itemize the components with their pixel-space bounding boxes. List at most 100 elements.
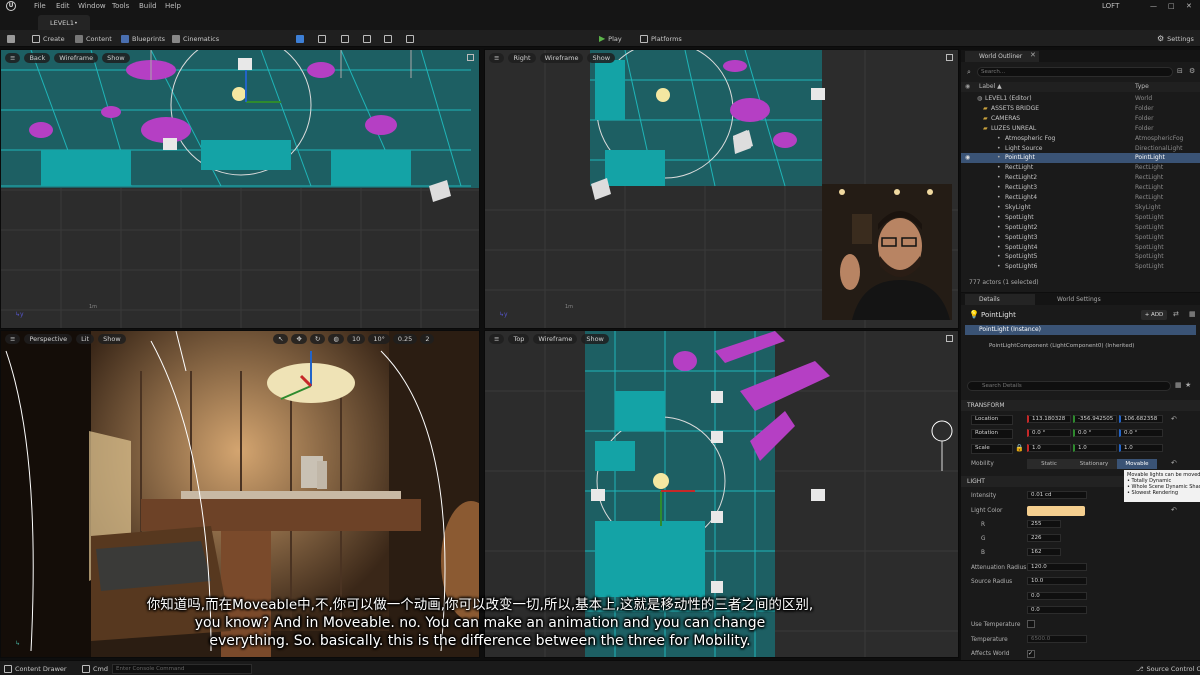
world-space-icon[interactable]: ◍: [328, 334, 345, 344]
columns-icon[interactable]: ▦: [1189, 310, 1196, 318]
attenuation-radius-field[interactable]: 120.0: [1027, 563, 1087, 571]
platforms-button[interactable]: Platforms: [640, 33, 682, 44]
mobility-movable-button[interactable]: Movable: [1117, 459, 1157, 469]
outliner-row[interactable]: ◍ LEVEL1 (Editor) World: [961, 94, 1200, 104]
rotation-snap-value[interactable]: 10°: [368, 334, 390, 344]
cinematics-button[interactable]: Cinematics: [172, 33, 219, 44]
visibility-eye-icon[interactable]: ◉: [965, 153, 970, 163]
view-mode-wireframe[interactable]: Wireframe: [539, 53, 584, 63]
outliner-row[interactable]: • RectLight RectLight: [961, 163, 1200, 173]
select-mode-button[interactable]: [296, 33, 304, 44]
landscape-mode-button[interactable]: [318, 33, 326, 44]
details-search-input[interactable]: Search Details: [967, 381, 1171, 391]
maximize-viewport-icon[interactable]: [946, 335, 953, 342]
maximize-icon[interactable]: □: [1168, 2, 1175, 10]
outliner-row[interactable]: • SpotLight3 SpotLight: [961, 233, 1200, 243]
scale-dropdown[interactable]: Scale: [971, 444, 1013, 454]
green-channel-field[interactable]: 226: [1027, 534, 1061, 542]
light-color-swatch[interactable]: [1027, 506, 1085, 516]
gear-icon[interactable]: ⚙: [1189, 67, 1195, 75]
outliner-row[interactable]: • SpotLight SpotLight: [961, 213, 1200, 223]
outliner-row[interactable]: • SpotLight6 SpotLight: [961, 262, 1200, 272]
outliner-row[interactable]: • SpotLight5 SpotLight: [961, 252, 1200, 262]
scale-y-field[interactable]: 1.0: [1073, 444, 1117, 452]
viewport-menu-icon[interactable]: ≡: [489, 53, 505, 63]
menu-tools[interactable]: Tools: [112, 2, 129, 10]
actor-name[interactable]: PointLight: [981, 311, 1016, 319]
console-command-input[interactable]: Enter Console Command: [112, 664, 252, 674]
use-temperature-checkbox[interactable]: [1027, 620, 1035, 628]
soft-source-radius-field[interactable]: 0.0: [1027, 592, 1087, 600]
menu-file[interactable]: File: [34, 2, 46, 10]
location-y-field[interactable]: -356.942505: [1073, 415, 1117, 423]
viewport-menu-icon[interactable]: ≡: [5, 53, 21, 63]
transform-section-header[interactable]: TRANSFORM: [961, 400, 1200, 411]
fracture-mode-button[interactable]: [406, 33, 414, 44]
outliner-row[interactable]: ▰ CAMERAS Folder: [961, 114, 1200, 124]
show-menu[interactable]: Show: [102, 53, 130, 63]
intensity-field[interactable]: 0.01 cd: [1027, 491, 1087, 499]
outliner-row[interactable]: • SpotLight2 SpotLight: [961, 223, 1200, 233]
create-button[interactable]: Create: [32, 33, 65, 44]
menu-edit[interactable]: Edit: [56, 2, 70, 10]
view-type-back[interactable]: Back: [24, 53, 51, 63]
save-button[interactable]: [7, 33, 15, 44]
outliner-row[interactable]: ▰ LUZES UNREAL Folder: [961, 124, 1200, 134]
outliner-search-input[interactable]: Search...: [977, 67, 1173, 77]
outliner-row[interactable]: • Light Source DirectionalLight: [961, 144, 1200, 154]
content-button[interactable]: Content: [75, 33, 112, 44]
label-column-header[interactable]: Label ▲: [979, 82, 1002, 92]
add-component-button[interactable]: + ADD: [1141, 310, 1167, 320]
reset-mobility-icon[interactable]: ↶: [1171, 459, 1177, 467]
blue-channel-field[interactable]: 162: [1027, 548, 1061, 556]
scale-z-field[interactable]: 1.0: [1119, 444, 1163, 452]
content-drawer-button[interactable]: Content Drawer: [4, 663, 67, 674]
type-column-header[interactable]: Type: [1135, 82, 1149, 92]
foliage-mode-button[interactable]: [341, 33, 349, 44]
mobility-static-button[interactable]: Static: [1027, 459, 1071, 469]
menu-help[interactable]: Help: [165, 2, 181, 10]
reset-location-icon[interactable]: ↶: [1171, 415, 1177, 423]
source-length-field[interactable]: 0.0: [1027, 606, 1087, 614]
rotate-tool-icon[interactable]: ↻: [309, 334, 326, 344]
red-channel-field[interactable]: 255: [1027, 520, 1061, 528]
outliner-row[interactable]: • Atmospheric Fog AtmosphericFog: [961, 134, 1200, 144]
show-menu[interactable]: Show: [98, 334, 126, 344]
temperature-field[interactable]: 6500.0: [1027, 635, 1087, 643]
source-radius-field[interactable]: 10.0: [1027, 577, 1087, 585]
view-type-top[interactable]: Top: [508, 334, 530, 344]
cmd-button[interactable]: Cmd: [82, 663, 108, 674]
filter-icon[interactable]: ⊟: [1177, 67, 1183, 75]
view-type-right[interactable]: Right: [508, 53, 536, 63]
source-control-button[interactable]: ⎇Source Control Off: [1136, 663, 1200, 674]
view-mode-wireframe[interactable]: Wireframe: [54, 53, 99, 63]
camera-speed-value[interactable]: 2: [420, 334, 435, 344]
outliner-row[interactable]: • SpotLight4 SpotLight: [961, 243, 1200, 253]
grid-view-icon[interactable]: ▦: [1175, 381, 1182, 389]
select-tool-icon[interactable]: ↖: [273, 334, 289, 344]
outliner-row[interactable]: • SkyLight SkyLight: [961, 203, 1200, 213]
view-mode-lit[interactable]: Lit: [76, 334, 95, 344]
rotation-z-field[interactable]: 0.0 °: [1119, 429, 1163, 437]
rotation-x-field[interactable]: 0.0 °: [1027, 429, 1071, 437]
location-dropdown[interactable]: Location: [971, 415, 1013, 425]
menu-window[interactable]: Window: [78, 2, 106, 10]
outliner-row[interactable]: • RectLight3 RectLight: [961, 183, 1200, 193]
tab-level1[interactable]: LEVEL1•: [38, 15, 90, 30]
modeling-mode-button[interactable]: [384, 33, 392, 44]
tab-world-outliner[interactable]: World Outliner: [965, 51, 1039, 62]
viewport-menu-icon[interactable]: ≡: [489, 334, 505, 344]
play-button[interactable]: ▶ Play: [599, 33, 622, 44]
viewport-back[interactable]: ≡ Back Wireframe Show 1m ↳y: [0, 49, 480, 329]
show-menu[interactable]: Show: [587, 53, 616, 63]
outliner-row[interactable]: ◉ • PointLight PointLight: [961, 153, 1200, 164]
move-tool-icon[interactable]: ✥: [291, 334, 307, 344]
star-icon[interactable]: ★: [1185, 381, 1191, 389]
point-light-component-row[interactable]: PointLightComponent (LightComponent0) (I…: [989, 343, 1134, 349]
lock-icon[interactable]: 🔒: [1015, 444, 1024, 452]
rotation-dropdown[interactable]: Rotation: [971, 429, 1013, 439]
mesh-paint-button[interactable]: [363, 33, 371, 44]
close-window-icon[interactable]: ✕: [1186, 2, 1192, 10]
outliner-row[interactable]: ▰ ASSETS BRIDGE Folder: [961, 104, 1200, 114]
blueprints-button[interactable]: Blueprints: [121, 33, 165, 44]
